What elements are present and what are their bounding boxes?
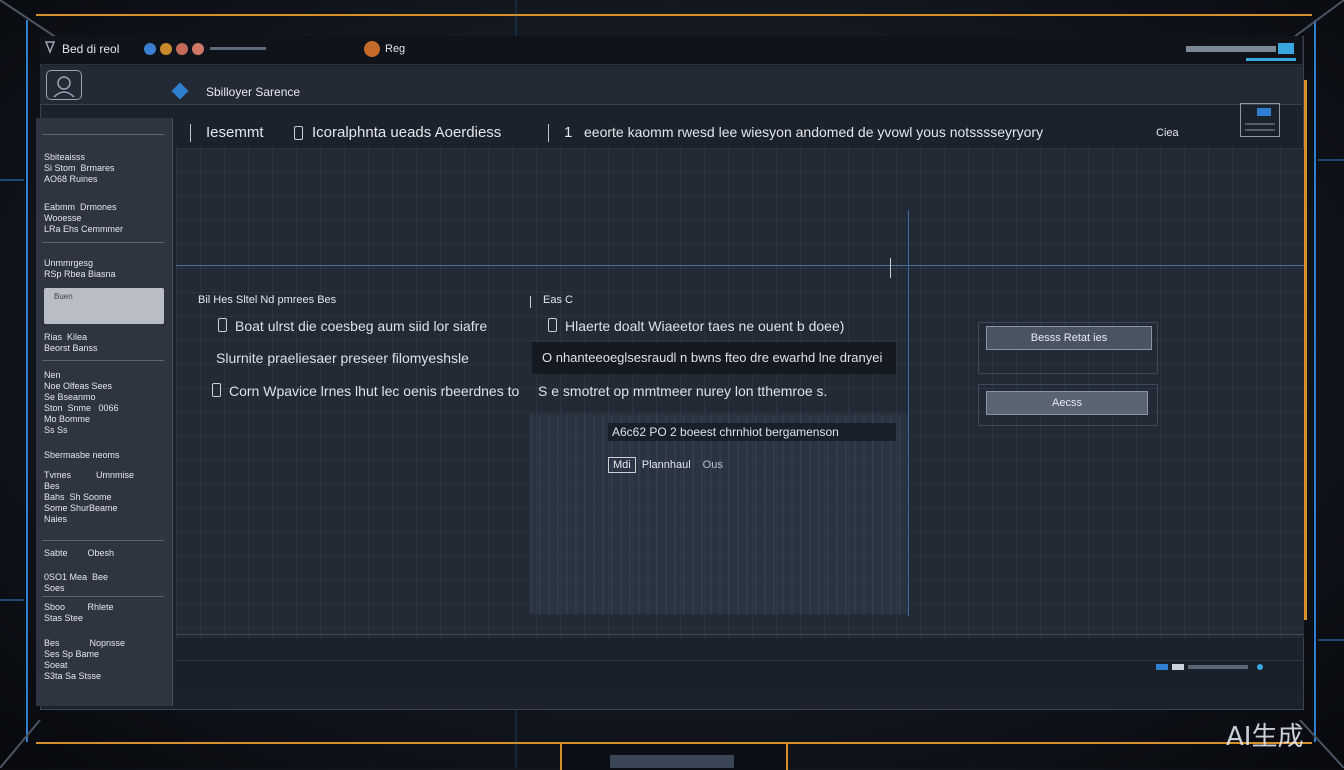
panel-line-text: O nhanteeoeglsesraudl n bwns fteo dre ew… (542, 350, 883, 365)
hud-frame-accent (1304, 80, 1307, 620)
document-icon (548, 318, 557, 332)
title-progress-bar (210, 47, 266, 50)
sidebar-item[interactable]: Unmmrgesg RSp Rbea Biasna (44, 258, 168, 280)
document-icon (212, 383, 221, 397)
watermark-label: AI生成 (1226, 722, 1304, 752)
pin-icon (44, 41, 56, 54)
tag-button[interactable]: Ous (703, 459, 723, 471)
tag-button[interactable]: Plannhaul (642, 459, 691, 471)
hud-frame-right (1314, 20, 1316, 742)
panel-line[interactable]: S e smotret op mmtmeer nurey lon tthemro… (538, 383, 827, 399)
status-indicators (1156, 664, 1263, 670)
header-item[interactable]: Iesemmt (206, 124, 264, 141)
maximize-button[interactable] (1278, 43, 1294, 54)
panel-title: Bil Hes Sltel Nd pmrees Bes (198, 294, 337, 306)
sidebar-item[interactable]: Bes Nopnsse Ses Sp Bame Soeat S3ta Sa St… (44, 638, 168, 682)
status-bar (176, 660, 1302, 691)
panel-line[interactable]: Corn Wpavice lrnes lhut lec oenis rbeerd… (212, 383, 519, 399)
header-divider (190, 124, 191, 142)
blue-dot-icon[interactable] (144, 43, 156, 55)
header-item[interactable]: 1 (564, 124, 572, 141)
sidebar-divider (42, 242, 164, 243)
center-title-label: Reg (385, 43, 406, 55)
document-icon (294, 126, 303, 140)
workspace-vertical-divider (908, 210, 909, 616)
cursor-marker (890, 258, 891, 278)
header-item[interactable]: eeorte kaomm rwesd lee wiesyon andomed d… (584, 124, 1043, 140)
sidebar-item[interactable]: Sbiteaisss Si Stom Brmares AO68 Ruines (44, 152, 168, 185)
sidebar-selected-label: Buen (54, 292, 73, 301)
preview-panel (530, 414, 908, 614)
window-status-bar (1186, 46, 1276, 52)
avatar-icon[interactable] (46, 70, 82, 100)
panel-line[interactable]: Slurnite praeliesaer preseer filomyeshsl… (216, 350, 469, 366)
sidebar: Sbiteaisss Si Stom Brmares AO68 Ruines E… (36, 118, 173, 706)
secondary-button[interactable]: Aecss (986, 391, 1148, 415)
sidebar-divider (42, 134, 164, 135)
panel-line[interactable]: Hlaerte doalt Wiaeetor taes ne ouent b d… (548, 318, 844, 334)
sidebar-item[interactable]: Sbermasbe neoms (44, 450, 168, 461)
window-dots (144, 42, 208, 60)
panel-line-text: S e smotret op mmtmeer nurey lon tthemro… (538, 383, 828, 399)
sidebar-item[interactable]: Tvmes Umnmise Bes Bahs Sh Soome Some Shu… (44, 470, 168, 525)
sidebar-divider (42, 596, 164, 597)
workspace-divider (176, 265, 1304, 266)
sidebar-item[interactable]: Rias Kilea Beorst Banss (44, 332, 168, 354)
primary-button[interactable]: Besss Retat ies (986, 326, 1152, 350)
hud-frame-left (26, 20, 28, 742)
panel-toggle-icon[interactable] (1240, 103, 1280, 137)
sidebar-item[interactable]: Nen Noe Olfeas Sees Se Bseanmo Ston Snme… (44, 370, 168, 436)
sidebar-item[interactable]: 0SO1 Mea Bee Soes (44, 572, 168, 594)
sidebar-item[interactable]: Eabmm Drmones Wooesse LRa Ehs Cemmmer (44, 202, 168, 235)
hud-frame-top (36, 14, 1312, 16)
header-divider (548, 124, 549, 142)
breadcrumb[interactable]: Sbilloyer Sarence (206, 85, 300, 99)
tag-button[interactable]: Mdi (608, 457, 636, 473)
header-item[interactable]: Icoralphnta ueads Aoerdiess (312, 124, 501, 141)
tag-line[interactable]: A6c62 PO 2 boeest chrnhiot bergamenson (608, 423, 896, 441)
header-item[interactable]: Ciea (1156, 127, 1179, 139)
panel-line[interactable]: Boat ulrst die coesbeg aum siid lor siaf… (218, 318, 487, 334)
panel-line-text: Hlaerte doalt Wiaeetor taes ne ouent b d… (565, 318, 845, 334)
sidebar-item-selected[interactable]: Buen (44, 288, 164, 324)
panel-line-text: Boat ulrst die coesbeg aum siid lor siaf… (235, 318, 488, 334)
sidebar-item[interactable]: Sabte Obesh (44, 548, 168, 559)
workspace-bottom-rule (176, 634, 1304, 635)
panel-line-text: Slurnite praeliesaer preseer filomyeshsl… (216, 350, 469, 366)
window-accent-line (1246, 58, 1296, 61)
orange-dot-icon[interactable] (160, 43, 172, 55)
app-logo-icon (364, 41, 380, 57)
title-bar (40, 36, 1302, 65)
pink-dot-icon[interactable] (192, 43, 204, 55)
document-icon (218, 318, 227, 332)
tag-button-group: Mdi Plannhaul Ous (608, 455, 723, 473)
panel-title: Eas C (543, 294, 573, 306)
panel-marker (530, 296, 531, 308)
sidebar-divider (42, 540, 164, 541)
panel-line-highlighted[interactable]: O nhanteeoeglsesraudl n bwns fteo dre ew… (532, 342, 896, 374)
sidebar-divider (42, 360, 164, 361)
red-dot-icon[interactable] (176, 43, 188, 55)
panel-line-text: Corn Wpavice lrnes lhut lec oenis rbeerd… (229, 383, 520, 399)
app-title: Bed di reol (62, 42, 120, 56)
sidebar-item[interactable]: Sboo Rhlete Stas Stee (44, 602, 168, 624)
hud-frame-notch-inner (610, 755, 734, 768)
